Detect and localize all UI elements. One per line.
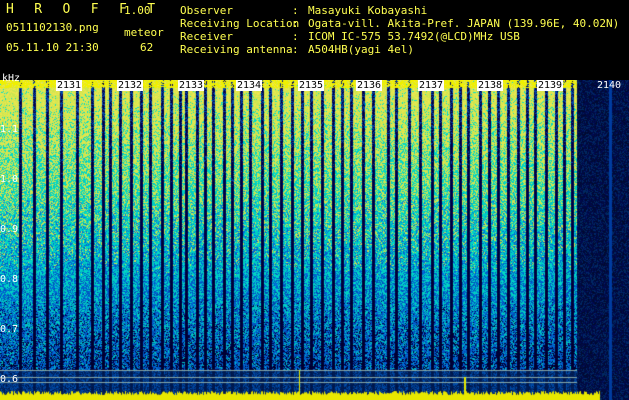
x-tick-label: 2135: [298, 80, 325, 91]
x-tick-label: 2140: [597, 80, 622, 91]
file-name: 0511102130.png: [6, 21, 99, 34]
info-row-observer: Observer : Masayuki Kobayashi: [180, 4, 619, 17]
y-axis-unit: kHz: [2, 73, 21, 84]
date-time: 05.11.10 21:30: [6, 41, 99, 54]
meteor-label: meteor: [124, 26, 164, 39]
y-tick-label: 1.0: [0, 174, 19, 185]
info-separator: :: [292, 30, 299, 43]
info-value: Masayuki Kobayashi: [308, 4, 428, 17]
info-separator: :: [292, 4, 299, 17]
info-separator: :: [292, 17, 299, 30]
x-tick-label: 2131: [56, 80, 83, 91]
x-tick-label: 2133: [178, 80, 205, 91]
x-tick-label: 2137: [418, 80, 445, 91]
info-row-receiver: Receiver : ICOM IC-575 53.7492(@LCD)MHz …: [180, 30, 619, 43]
app-version: 1.00: [124, 4, 151, 17]
y-tick-label: 0.7: [0, 324, 19, 335]
info-key: Observer: [180, 4, 233, 17]
y-tick-label: 1.1: [0, 124, 19, 135]
info-key: Receiving Location: [180, 17, 300, 30]
x-tick-label: 2139: [537, 80, 564, 91]
info-value: ICOM IC-575 53.7492(@LCD)MHz USB: [308, 30, 520, 43]
x-tick-label: 2132: [117, 80, 144, 91]
info-row-antenna: Receiving antenna : A504HB(yagi 4el): [180, 43, 619, 56]
header-block: H R O F F T 1.00 0511102130.png meteor 0…: [6, 2, 166, 72]
info-row-location: Receiving Location : Ogata-vill. Akita-P…: [180, 17, 619, 30]
info-value: A504HB(yagi 4el): [308, 43, 414, 56]
info-separator: :: [292, 43, 299, 56]
info-key: Receiver: [180, 30, 233, 43]
info-key: Receiving antenna: [180, 43, 293, 56]
station-info: Observer : Masayuki Kobayashi Receiving …: [180, 4, 619, 56]
info-value: Ogata-vill. Akita-Pref. JAPAN (139.96E, …: [308, 17, 620, 30]
y-tick-label: 0.8: [0, 274, 19, 285]
meteor-count: 62: [140, 41, 154, 54]
x-tick-label: 2138: [477, 80, 504, 91]
y-tick-label: 0.9: [0, 224, 19, 235]
y-tick-label: 0.6: [0, 374, 19, 385]
spectrogram: [0, 80, 629, 400]
x-tick-label: 2134: [236, 80, 263, 91]
x-tick-label: 2136: [356, 80, 383, 91]
